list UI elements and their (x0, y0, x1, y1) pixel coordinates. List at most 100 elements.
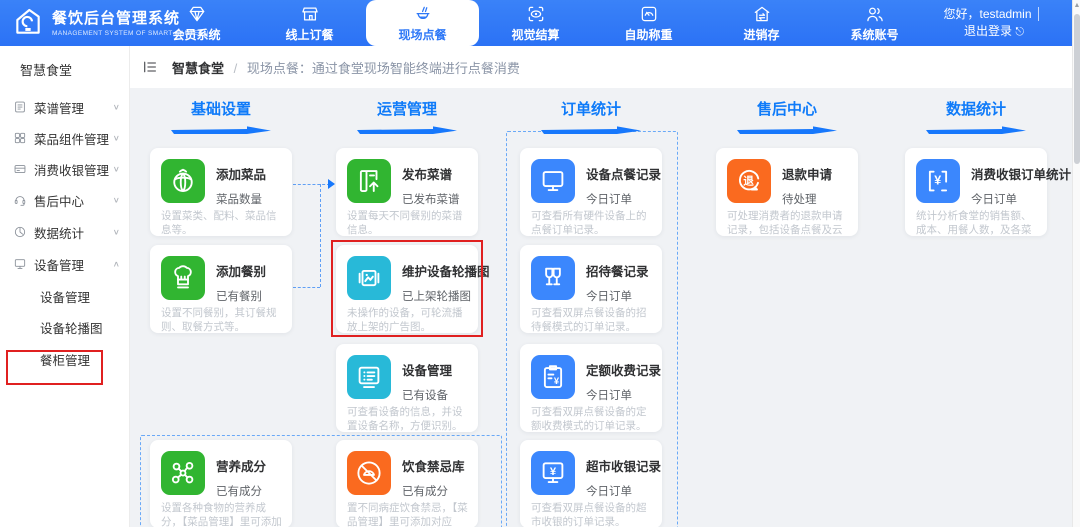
users-icon (865, 4, 885, 24)
sidebar: 智慧食堂 菜谱管理 ∨ 菜品组件管理 ∨ 消费收银管理 ∨ 售后中心 ∨ 数据统计 ∨ 设备管理 ∧ 设… (0, 46, 130, 527)
sidebar-subitem-3[interactable]: 餐柜管理 (0, 346, 130, 372)
vision-scan-icon (526, 4, 546, 24)
card-title: 设备点餐记录 (586, 168, 662, 182)
sidebar-item-6[interactable]: 设备管理 ∧ (0, 251, 130, 277)
cabbage-icon (161, 159, 205, 203)
svg-text:¥: ¥ (554, 376, 560, 386)
sidebar-item-4[interactable]: 售后中心 ∨ (0, 187, 130, 213)
feature-card[interactable]: 退 退款申请待处理可处理消费者的退款申请记录，包括设备点餐及云餐厅H5上的订单..… (716, 148, 858, 236)
card-description: 置不同病症饮食禁忌，【菜品管理】里可添加对应的。 (347, 502, 468, 527)
column-arrow-underline (171, 126, 271, 134)
feature-card[interactable]: 设备点餐记录 今日订单可查看所有硬件设备上的点餐订单记录。 (520, 148, 662, 236)
logout-button[interactable]: 退出登录 ⎋ (964, 23, 1024, 40)
sidebar-item-label: 售后中心 (34, 194, 85, 209)
feature-card[interactable]: 添加菜品 菜品数量 设置菜类、配料、菜品信息等。 (150, 148, 292, 236)
feature-card[interactable]: ¥ 消费收银订单统计今日订单统计分析食堂的销售额、成本、用餐人数，及各菜品销量、餐… (905, 148, 1071, 236)
greeting-text: 您好，testadmin (943, 6, 1032, 21)
nav-item-label: 会员系统 (172, 27, 221, 42)
nav-item-label: 系统账号 (850, 27, 899, 42)
card-title: 营养成分 (216, 460, 267, 474)
feature-card[interactable]: 饮食禁忌库已有成分置不同病症饮食禁忌，【菜品管理】里可添加对应的。 (336, 440, 478, 527)
scroll-thumb[interactable] (1074, 14, 1080, 164)
card-description: 可查看所有硬件设备上的点餐订单记录。 (531, 210, 647, 236)
card-description: 可查看双屏点餐设备的定额收费模式的订单记录。 (531, 406, 647, 432)
scale-icon (639, 4, 659, 24)
breadcrumb-root[interactable]: 智慧食堂 (172, 61, 224, 76)
card-subtitle: 待处理 (782, 194, 817, 206)
card-description: 可处理消费者的退款申请记录，包括设备点餐及云餐厅H5上的订单... (727, 210, 843, 236)
card-title: 维护设备轮播图 (402, 265, 490, 279)
card-title: 饮食禁忌库 (402, 460, 465, 474)
card-title: 退款申请 (782, 168, 833, 182)
nav-item-2[interactable]: 线上订餐 (253, 0, 366, 46)
card-title: 招待餐记录 (586, 265, 649, 279)
stats-icon (13, 225, 27, 239)
sidebar-item-3[interactable]: 消费收银管理 ∨ (0, 156, 130, 182)
breadcrumb-bar: 智慧食堂 / 现场点餐：通过食堂现场智能终端进行点餐消费 (130, 46, 1072, 88)
chevron-down-icon: ∨ (112, 102, 120, 112)
column-header-1: 基础设置 (150, 98, 292, 134)
breadcrumb-current: 现场点餐：通过食堂现场智能终端进行点餐消费 (246, 60, 520, 76)
user-divider (1037, 6, 1039, 21)
device-icon (13, 257, 27, 271)
sidebar-item-1[interactable]: 菜谱管理 ∨ (0, 94, 130, 120)
column-arrow-underline (926, 126, 1026, 134)
column-header-4: 售后中心 (716, 98, 858, 134)
sidebar-subitem-1[interactable]: 设备管理 (0, 283, 130, 309)
card-subtitle: 今日订单 (586, 486, 632, 498)
column-arrow-underline (541, 126, 641, 134)
card-subtitle: 今日订单 (586, 194, 632, 206)
column-header-3: 订单统计 (520, 98, 662, 134)
app-window: 餐饮后台管理系统 MANAGEMENT SYSTEM OF SMART CANT… (0, 0, 1080, 527)
cashier-icon (13, 162, 27, 176)
column-title: 订单统计 (560, 101, 621, 118)
feature-card[interactable]: ¥ 定额收费记录 今日订单可查看双屏点餐设备的定额收费模式的订单记录。 (520, 344, 662, 432)
card-description: 可查看双屏点餐设备的超市收银的订单记录。 (531, 502, 647, 527)
feature-card[interactable]: 招待餐记录 今日订单 可查看双屏点餐设备的招待餐模式的订单记录。 (520, 245, 662, 333)
sidebar-subitem-2-highlighted[interactable]: 设备轮播图 (0, 314, 130, 340)
nav-item-3[interactable]: 现场点餐 (366, 0, 479, 46)
nav-item-label: 自助称重 (624, 27, 673, 42)
column-arrow-underline (357, 126, 457, 134)
nav-item-5[interactable]: 自助称重 (592, 0, 705, 46)
gem-icon (187, 4, 207, 24)
feature-card[interactable]: 营养成分已有成分设置各种食物的营养成分，【菜品管理】里可添加对应的食物及分... (150, 440, 292, 527)
no-food-icon (347, 451, 391, 495)
card-title: 消费收银订单统计 (971, 168, 1072, 182)
card-title: 发布菜谱 (402, 168, 453, 182)
nav-item-1[interactable]: 会员系统 (140, 0, 253, 46)
sidebar-item-2[interactable]: 菜品组件管理 ∨ (0, 125, 130, 151)
feature-card[interactable]: 设备管理 已有设备 可查看设备的信息，并设置设备名称，方便识别。 (336, 344, 478, 432)
column-title: 售后中心 (756, 101, 817, 118)
scroll-up-arrow[interactable]: ▲ (1073, 2, 1080, 9)
card-title: 定额收费记录 (586, 364, 662, 378)
nav-item-7[interactable]: 系统账号 (818, 0, 931, 46)
feature-card[interactable]: ¥ 超市收银记录 今日订单 可查看双屏点餐设备的超市收银的订单记录。 (520, 440, 662, 527)
molecule-icon (161, 451, 205, 495)
card-title: 添加餐别 (216, 265, 267, 279)
vertical-scrollbar[interactable]: ▲ (1072, 0, 1080, 527)
sidebar-collapse-icon[interactable] (142, 59, 158, 75)
sidebar-subitem-label: 设备管理 (40, 290, 91, 305)
sidebar-item-label: 数据统计 (34, 226, 85, 241)
device-list-icon (347, 355, 391, 399)
aftersale-icon (13, 193, 27, 207)
card-description: 设置菜类、配料、菜品信息等。 (161, 210, 277, 236)
card-subtitle: 今日订单 (971, 194, 1017, 206)
card-description: 可查看设备的信息，并设置设备名称，方便识别。 (347, 406, 463, 432)
card-description: 可查看双屏点餐设备的招待餐模式的订单记录。 (531, 307, 647, 333)
sidebar-item-5[interactable]: 数据统计 ∨ (0, 219, 130, 245)
sidebar-item-label: 消费收银管理 (34, 163, 110, 178)
nav-item-6[interactable]: 进销存 (705, 0, 818, 46)
user-box: 您好，testadmin 退出登录 ⎋ (930, 0, 1058, 46)
connector-line (293, 184, 330, 185)
card-title: 超市收银记录 (586, 460, 662, 474)
card-subtitle: 今日订单 (586, 390, 632, 402)
nav-item-4[interactable]: 视觉结算 (479, 0, 592, 46)
feature-card[interactable]: 发布菜谱 已发布菜谱 设置每天不同餐别的菜谱信息。 (336, 148, 478, 236)
chevron-down-icon: ∨ (112, 164, 120, 174)
sidebar-title[interactable]: 智慧食堂 (20, 60, 72, 79)
sidebar-subitem-label: 餐柜管理 (40, 353, 91, 368)
feature-card[interactable]: 维护设备轮播图 已上架轮播图 未操作的设备，可轮流播放上架的广告图。 (336, 245, 490, 333)
feature-card[interactable]: 添加餐别 已有餐别 设置不同餐别，其订餐规则、取餐方式等。 (150, 245, 292, 333)
